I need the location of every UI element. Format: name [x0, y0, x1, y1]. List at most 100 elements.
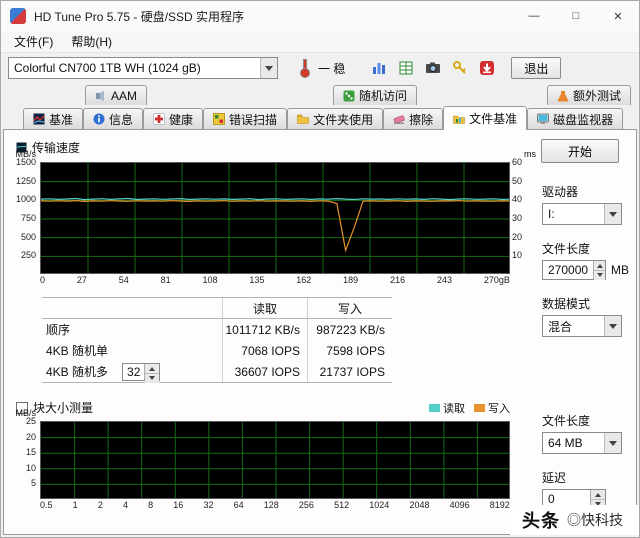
chevron-down-icon[interactable] — [604, 316, 621, 336]
spin-down-icon[interactable] — [594, 270, 605, 280]
close-icon[interactable]: ✕ — [597, 1, 639, 31]
tab-erase[interactable]: 擦除 — [383, 108, 444, 129]
drive-dropdown[interactable]: I: — [542, 203, 622, 225]
tab-extra-tests[interactable]: 额外测试 — [546, 85, 631, 105]
exit-button[interactable]: 退出 — [511, 57, 562, 79]
write-value: 7598 IOPS — [307, 340, 392, 361]
y-tick-right: 10 — [512, 250, 523, 260]
file-length-value: 270000 — [548, 263, 589, 277]
tab-row-secondary: AAM 随机访问 额外测试 — [1, 83, 639, 105]
flask-icon — [557, 90, 569, 102]
watermark-brand: 头条 — [522, 511, 560, 531]
write-legend-swatch — [474, 403, 485, 412]
tab-label: 文件夹使用 — [313, 112, 374, 127]
benchmark-icon — [33, 113, 45, 125]
table-row-sequential: 顺序 1011712 KB/s 987223 KB/s — [42, 319, 392, 340]
data-mode-dropdown[interactable]: 混合 — [542, 315, 622, 337]
tab-aam[interactable]: AAM — [85, 85, 148, 105]
eraser-icon — [393, 115, 405, 124]
y-tick: 5 — [30, 478, 36, 488]
chart-legend: 读取 写入 — [429, 400, 510, 416]
watermark: 头条 ◎快科技 — [510, 505, 639, 535]
spin-up-icon[interactable] — [145, 363, 160, 373]
y-tick-right: 60 — [512, 157, 523, 167]
tab-random-access[interactable]: 随机访问 — [333, 85, 418, 105]
copy-results-icon[interactable] — [369, 58, 389, 78]
menu-bar: 文件(F) 帮助(H) — [1, 31, 639, 53]
tab-label: 健康 — [169, 112, 194, 127]
y-tick: 1500 — [15, 157, 36, 167]
tab-label: 错误扫描 — [229, 112, 278, 127]
keys-icon[interactable] — [450, 58, 470, 78]
chevron-down-icon[interactable] — [604, 204, 621, 224]
error-scan-icon — [213, 113, 226, 125]
spin-down-icon[interactable] — [145, 372, 160, 383]
menu-help[interactable]: 帮助(H) — [62, 31, 121, 52]
drive-select[interactable]: Colorful CN700 1TB WH (1024 gB) — [8, 57, 278, 79]
y-tick: 500 — [20, 232, 36, 242]
tab-benchmark[interactable]: 基准 — [23, 108, 84, 129]
write-column-header: 写入 — [307, 298, 392, 318]
chart-title: 传输速度 — [32, 141, 81, 155]
write-value: 21737 IOPS — [307, 361, 392, 382]
tab-label: AAM — [111, 88, 138, 103]
tab-folder-usage[interactable]: 文件夹使用 — [287, 108, 384, 129]
tab-error-scan[interactable]: 错误扫描 — [203, 108, 288, 129]
block-size-header: 块大小测量 读取 写入 — [16, 399, 510, 416]
tab-row-main: 基准 信息 健康 错误扫描 文件夹使用 擦除 文件基准 磁盘监视器 — [1, 105, 639, 130]
chevron-down-icon[interactable] — [260, 58, 277, 78]
file-length-spinner[interactable]: 270000 — [542, 260, 606, 280]
write-value: 987223 KB/s — [307, 319, 392, 340]
minimize-icon[interactable]: — — [513, 1, 555, 31]
table-row-4k-single: 4KB 随机单 7068 IOPS 7598 IOPS — [42, 340, 392, 361]
table-row-4k-multi: 4KB 随机多 32 36607 IOPS 21737 IOPS — [42, 361, 392, 383]
x-axis-labels: 0 27 54 81 108 135 162 189 216 243 270gB — [40, 275, 510, 285]
side-panel: 开始 驱动器 I: 文件长度 270000 MB 数据模式 混合 文件长度 64… — [524, 137, 636, 534]
watermark-handle: ◎快科技 — [567, 512, 623, 528]
window-title: HD Tune Pro 5.75 - 硬盘/SSD 实用程序 — [34, 9, 245, 24]
y-tick: 10 — [25, 463, 36, 473]
spin-up-icon[interactable] — [591, 490, 605, 499]
block-size-chart: MB/s 25 20 15 10 5 — [15, 408, 510, 499]
window-controls: — □ ✕ — [513, 1, 639, 31]
download-update-icon[interactable] — [477, 58, 497, 78]
transfer-speed-chart: MB/s ms 1500 1250 1000 750 500 250 60 50… — [15, 149, 536, 274]
folder-icon — [297, 114, 309, 124]
tab-file-benchmark[interactable]: 文件基准 — [443, 106, 528, 130]
file-benchmark-icon — [453, 115, 465, 124]
y-tick: 750 — [20, 213, 36, 223]
chevron-down-icon[interactable] — [604, 433, 621, 453]
info-icon — [93, 113, 105, 125]
write-legend-label: 写入 — [488, 402, 510, 415]
read-legend-swatch — [429, 403, 440, 412]
file-length2-value: 64 MB — [548, 436, 583, 450]
maximize-icon[interactable]: □ — [555, 1, 597, 31]
file-length2-dropdown[interactable]: 64 MB — [542, 432, 622, 454]
temperature-readout: 一 稳 — [318, 61, 346, 76]
menu-file[interactable]: 文件(F) — [5, 31, 62, 52]
tab-disk-monitor[interactable]: 磁盘监视器 — [527, 108, 624, 129]
tab-label: 额外测试 — [572, 89, 621, 103]
tab-health[interactable]: 健康 — [143, 108, 204, 129]
y-tick-right: 20 — [512, 232, 523, 242]
y-tick-right: 40 — [512, 194, 523, 204]
read-legend-label: 读取 — [443, 402, 465, 415]
read-value: 7068 IOPS — [222, 340, 307, 361]
queue-depth-spinner[interactable]: 32 — [122, 362, 161, 383]
y-tick: 25 — [25, 416, 36, 426]
tab-info[interactable]: 信息 — [83, 108, 144, 129]
screenshot-camera-icon[interactable] — [423, 58, 443, 78]
y-tick-right: 30 — [512, 213, 523, 223]
results-table: 读取 写入 顺序 1011712 KB/s 987223 KB/s 4KB 随机… — [42, 297, 392, 383]
file-length-unit: MB — [611, 263, 629, 277]
export-csv-icon[interactable] — [396, 58, 416, 78]
queue-depth-value: 32 — [127, 364, 141, 379]
y-tick: 250 — [20, 250, 36, 260]
y-tick: 1250 — [15, 176, 36, 186]
dice-icon — [343, 90, 355, 101]
row-label: 4KB 随机单 — [46, 344, 109, 358]
app-window: HD Tune Pro 5.75 - 硬盘/SSD 实用程序 — □ ✕ 文件(… — [0, 0, 640, 538]
start-button[interactable]: 开始 — [541, 139, 619, 163]
row-label: 4KB 随机多 — [46, 365, 109, 379]
spin-up-icon[interactable] — [594, 261, 605, 270]
